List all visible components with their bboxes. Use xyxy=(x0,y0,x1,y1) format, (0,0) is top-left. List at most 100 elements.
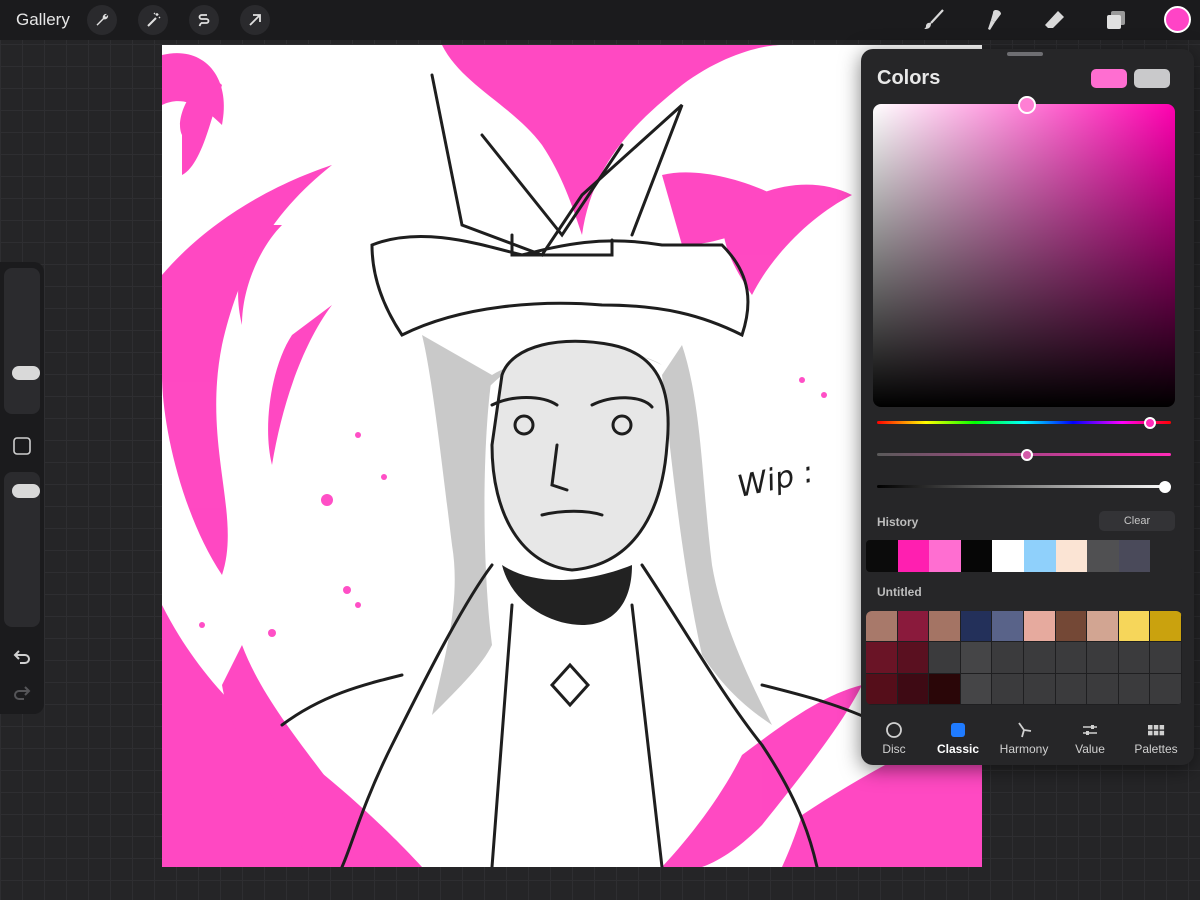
palette-swatch[interactable] xyxy=(1023,642,1056,674)
history-swatch[interactable] xyxy=(1150,540,1182,572)
palette-swatch[interactable] xyxy=(1023,673,1056,705)
palette-swatch[interactable] xyxy=(897,673,930,705)
history-swatch[interactable] xyxy=(866,540,898,572)
history-label: History xyxy=(877,515,919,529)
palette-swatch[interactable] xyxy=(1118,611,1151,643)
hue-slider[interactable] xyxy=(877,421,1171,424)
palette-swatch[interactable] xyxy=(929,673,961,705)
brush-size-slider[interactable] xyxy=(4,268,40,414)
palettes-icon xyxy=(1148,725,1165,736)
history-swatch[interactable] xyxy=(960,540,993,572)
palette-swatch[interactable] xyxy=(929,642,961,674)
adjustments-button[interactable] xyxy=(138,5,168,35)
layers-button[interactable] xyxy=(1102,6,1130,34)
undo-button[interactable] xyxy=(11,646,33,668)
color-picker-button[interactable] xyxy=(1164,6,1191,33)
redo-icon xyxy=(14,686,31,700)
palette-swatch[interactable] xyxy=(897,642,930,674)
hue-slider-handle[interactable] xyxy=(1144,417,1156,429)
panel-grabber[interactable] xyxy=(1007,52,1043,56)
palette-swatch[interactable] xyxy=(897,611,930,643)
undo-icon xyxy=(13,650,30,664)
tab-disc[interactable]: Disc xyxy=(861,715,927,765)
color-palette-grid xyxy=(866,611,1182,705)
palette-swatch[interactable] xyxy=(866,611,898,643)
tab-value[interactable]: Value xyxy=(1057,715,1123,765)
palette-swatch[interactable] xyxy=(992,611,1024,643)
palette-swatch[interactable] xyxy=(1118,673,1151,705)
color-history-row xyxy=(866,540,1182,572)
square-icon xyxy=(13,437,31,455)
history-swatch[interactable] xyxy=(992,540,1024,572)
value-icon xyxy=(1083,725,1097,735)
palette-swatch[interactable] xyxy=(1150,673,1182,705)
tab-label: Value xyxy=(1075,742,1105,756)
tab-palettes[interactable]: Palettes xyxy=(1123,715,1189,765)
palette-swatch[interactable] xyxy=(1087,611,1119,643)
history-swatch[interactable] xyxy=(1023,540,1056,572)
history-swatch[interactable] xyxy=(1118,540,1151,572)
palette-swatch[interactable] xyxy=(866,673,898,705)
palette-swatch[interactable] xyxy=(1118,642,1151,674)
palette-swatch[interactable] xyxy=(1150,611,1182,643)
left-sidebar xyxy=(0,262,44,714)
eraser-icon xyxy=(1045,11,1064,28)
saturation-slider-handle[interactable] xyxy=(1021,449,1033,461)
palette-swatch[interactable] xyxy=(1055,611,1088,643)
color-mode-tabs: Disc Classic Harmony Value Palettes xyxy=(861,715,1194,765)
palette-swatch[interactable] xyxy=(992,642,1024,674)
brightness-slider[interactable] xyxy=(877,485,1171,488)
tab-classic[interactable]: Classic xyxy=(925,715,991,765)
palette-swatch[interactable] xyxy=(1150,642,1182,674)
drawing-canvas[interactable]: Wip : xyxy=(162,45,982,867)
classic-icon xyxy=(951,723,965,737)
magic-wand-icon xyxy=(147,12,161,27)
selection-icon xyxy=(198,14,210,27)
brush-button[interactable] xyxy=(920,6,948,34)
saturation-picker-handle[interactable] xyxy=(1018,96,1036,114)
wip-annotation: Wip : xyxy=(734,455,816,505)
transform-button[interactable] xyxy=(240,5,270,35)
brush-opacity-thumb[interactable] xyxy=(12,484,40,498)
transform-arrow-icon xyxy=(249,14,261,26)
palette-swatch[interactable] xyxy=(1087,673,1119,705)
palette-swatch[interactable] xyxy=(866,642,898,674)
gallery-button[interactable]: Gallery xyxy=(16,10,70,30)
palette-swatch[interactable] xyxy=(1023,611,1056,643)
palette-swatch[interactable] xyxy=(1055,673,1088,705)
brush-icon xyxy=(924,9,944,29)
top-toolbar: Gallery xyxy=(0,0,1200,40)
palette-swatch[interactable] xyxy=(1055,642,1088,674)
tab-label: Disc xyxy=(882,742,906,756)
history-swatch[interactable] xyxy=(897,540,930,572)
redo-button[interactable] xyxy=(11,682,33,704)
brush-size-thumb[interactable] xyxy=(12,366,40,380)
modify-button[interactable] xyxy=(12,436,32,456)
eraser-button[interactable] xyxy=(1040,6,1068,34)
history-swatch[interactable] xyxy=(929,540,961,572)
layers-icon xyxy=(1107,11,1125,29)
brush-opacity-slider[interactable] xyxy=(4,472,40,627)
artwork-sketch: Wip : xyxy=(162,45,982,867)
palette-swatch[interactable] xyxy=(960,673,993,705)
secondary-color-swatch[interactable] xyxy=(1134,69,1170,88)
selection-button[interactable] xyxy=(189,5,219,35)
actions-button[interactable] xyxy=(87,5,117,35)
smudge-button[interactable] xyxy=(980,6,1008,34)
clear-history-button[interactable]: Clear xyxy=(1099,511,1175,531)
tab-label: Palettes xyxy=(1134,742,1178,756)
palette-swatch[interactable] xyxy=(992,673,1024,705)
history-swatch[interactable] xyxy=(1055,540,1088,572)
palette-swatch[interactable] xyxy=(929,611,961,643)
saturation-brightness-picker[interactable] xyxy=(873,104,1175,407)
disc-icon xyxy=(886,722,902,738)
palette-swatch[interactable] xyxy=(960,642,993,674)
brightness-slider-handle[interactable] xyxy=(1159,481,1171,493)
history-swatch[interactable] xyxy=(1087,540,1119,572)
primary-color-swatch[interactable] xyxy=(1091,69,1127,88)
colors-panel: Colors History Clear Untitled Disc Class… xyxy=(861,49,1194,765)
palette-swatch[interactable] xyxy=(960,611,993,643)
palette-swatch[interactable] xyxy=(1087,642,1119,674)
tab-harmony[interactable]: Harmony xyxy=(991,715,1057,765)
harmony-icon xyxy=(1018,722,1032,738)
